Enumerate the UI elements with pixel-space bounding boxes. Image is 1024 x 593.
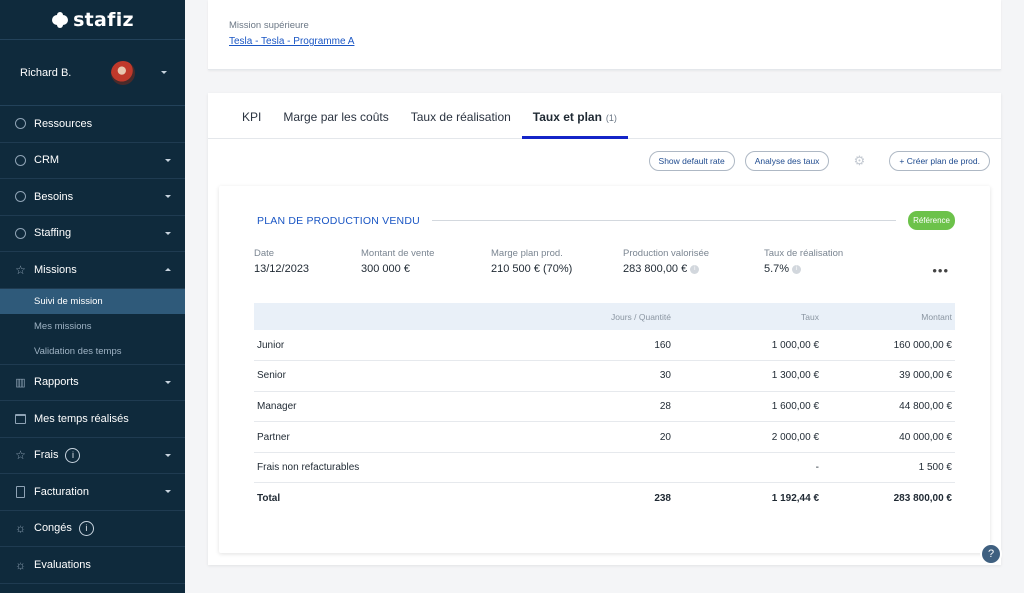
stat-montant-de-vente: Montant de vente 300 000 € [361,248,435,275]
table-row: Partner 20 2 000,00 € 40 000,00 € [254,421,955,453]
tab-kpi[interactable]: KPI [231,110,272,138]
chevron-down-icon [165,195,171,199]
sidebar-item-besoins[interactable]: Besoins [0,179,185,216]
parent-mission-link[interactable]: Tesla - Tesla - Programme A [229,36,354,47]
stat-date: Date 13/12/2023 [254,248,310,275]
action-bar: Show default rate Analyse des taux ⚙ + C… [648,151,990,171]
tab-count: (1) [605,113,617,123]
stat-taux-de-realisation: Taux de réalisation 5.7% i [764,248,844,275]
chevron-down-icon [161,71,167,74]
chevron-up-icon [165,268,171,272]
table-row: Manager 28 1 600,00 € 44 800,00 € [254,391,955,423]
chevron-down-icon [165,380,171,384]
calendar-icon [14,412,27,425]
plan-table: Jours / Quantité Taux Montant Junior 160… [254,303,955,514]
table-row: Senior 30 1 300,00 € 39 000,00 € [254,360,955,392]
analyse-des-taux-button[interactable]: Analyse des taux [744,151,830,171]
help-button[interactable]: ? [980,543,1002,565]
show-default-rate-button[interactable]: Show default rate [648,151,735,171]
sidebar-item-evaluations[interactable]: ☼ Evaluations [0,547,185,584]
column-header-profile [254,303,484,330]
person-icon [14,190,27,203]
sidebar-subitem-validation-des-temps[interactable]: Validation des temps [0,339,185,364]
tab-taux-de-realisation[interactable]: Taux de réalisation [400,110,522,138]
person-icon [14,117,27,130]
stat-marge-plan-prod: Marge plan prod. 210 500 € (70%) [491,248,573,275]
info-icon[interactable]: i [65,447,81,463]
logo-icon [51,11,69,29]
parent-mission-card: Mission supérieure Tesla - Tesla - Progr… [208,0,1001,70]
chevron-down-icon [165,231,171,235]
column-header-taux: Taux [801,311,819,322]
info-icon[interactable]: i [78,520,94,536]
logo-wordmark: stafiz [51,9,134,31]
stat-production-valorisee: Production valorisée 283 800,00 € i [623,248,710,275]
parent-mission-label: Mission supérieure [229,20,309,31]
table-row: Frais non refacturables - 1 500 € [254,452,955,484]
sun-icon: ☼ [15,557,26,572]
plan-header: PLAN DE PRODUCTION VENDU Référence [257,211,955,230]
reference-badge: Référence [908,211,955,230]
table-total-row: Total 238 1 192,44 € 283 800,00 € [257,493,952,505]
sidebar-nav-bottom: ▥ Rapports Mes temps réalisés ☆ Frais i … [0,363,185,584]
sidebar-item-frais[interactable]: ☆ Frais i [0,438,185,474]
sidebar-nav: Ressources CRM Besoins Staffing ☆ Missio… [0,106,185,289]
tab-bar: KPI Marge par les coûts Taux de réalisat… [208,93,1001,139]
missions-subnav: Suivi de mission Mes missions Validation… [0,288,185,364]
clock-icon [14,227,27,240]
sidebar-item-ressources[interactable]: Ressources [0,106,185,143]
user-menu[interactable]: Richard B. [0,40,185,106]
sidebar: stafiz Richard B. Ressources CRM Besoins… [0,0,185,593]
sidebar-subitem-suivi-de-mission[interactable]: Suivi de mission [0,288,185,314]
create-plan-button[interactable]: + Créer plan de prod. [889,151,990,171]
chevron-down-icon [165,490,171,494]
logo[interactable]: stafiz [0,0,185,40]
info-icon[interactable]: i [792,264,802,274]
plan-stats: Date 13/12/2023 Montant de vente 300 000… [254,248,955,278]
production-plan-card: PLAN DE PRODUCTION VENDU Référence Date … [219,186,990,553]
table-row: Junior 160 1 000,00 € 160 000,00 € [254,330,955,362]
sidebar-item-facturation[interactable]: Facturation [0,474,185,511]
sidebar-item-staffing[interactable]: Staffing [0,216,185,252]
column-header-montant: Montant [921,311,952,322]
tab-taux-et-plan[interactable]: Taux et plan (1) [521,110,629,139]
info-icon[interactable]: i [690,264,700,274]
chevron-down-icon [165,158,171,162]
person-icon [14,154,27,167]
sidebar-item-rapports[interactable]: ▥ Rapports [0,365,185,401]
sidebar-item-crm[interactable]: CRM [0,143,185,179]
table-header-row: Jours / Quantité Taux Montant [254,303,955,330]
gear-icon[interactable]: ⚙ [852,153,866,168]
chart-icon: ▥ [15,376,26,389]
sidebar-item-conges[interactable]: ☼ Congés i [0,511,185,547]
sun-icon: ☼ [15,521,26,536]
divider [431,220,897,221]
sidebar-item-missions[interactable]: ☆ Missions [0,252,185,289]
user-name: Richard B. [20,66,72,79]
star-icon: ☆ [15,448,26,463]
tab-marge-par-les-couts[interactable]: Marge par les coûts [272,110,399,138]
sidebar-item-mes-temps-realises[interactable]: Mes temps réalisés [0,401,185,438]
avatar [111,60,135,85]
more-options-icon[interactable]: ••• [932,263,949,278]
mission-detail-card: KPI Marge par les coûts Taux de réalisat… [208,93,1001,565]
sidebar-subitem-mes-missions[interactable]: Mes missions [0,314,185,339]
document-icon [14,485,27,498]
star-icon: ☆ [15,262,26,277]
column-header-jours: Jours / Quantité [610,311,671,322]
chevron-down-icon [165,453,171,457]
plan-title: PLAN DE PRODUCTION VENDU [257,214,420,227]
